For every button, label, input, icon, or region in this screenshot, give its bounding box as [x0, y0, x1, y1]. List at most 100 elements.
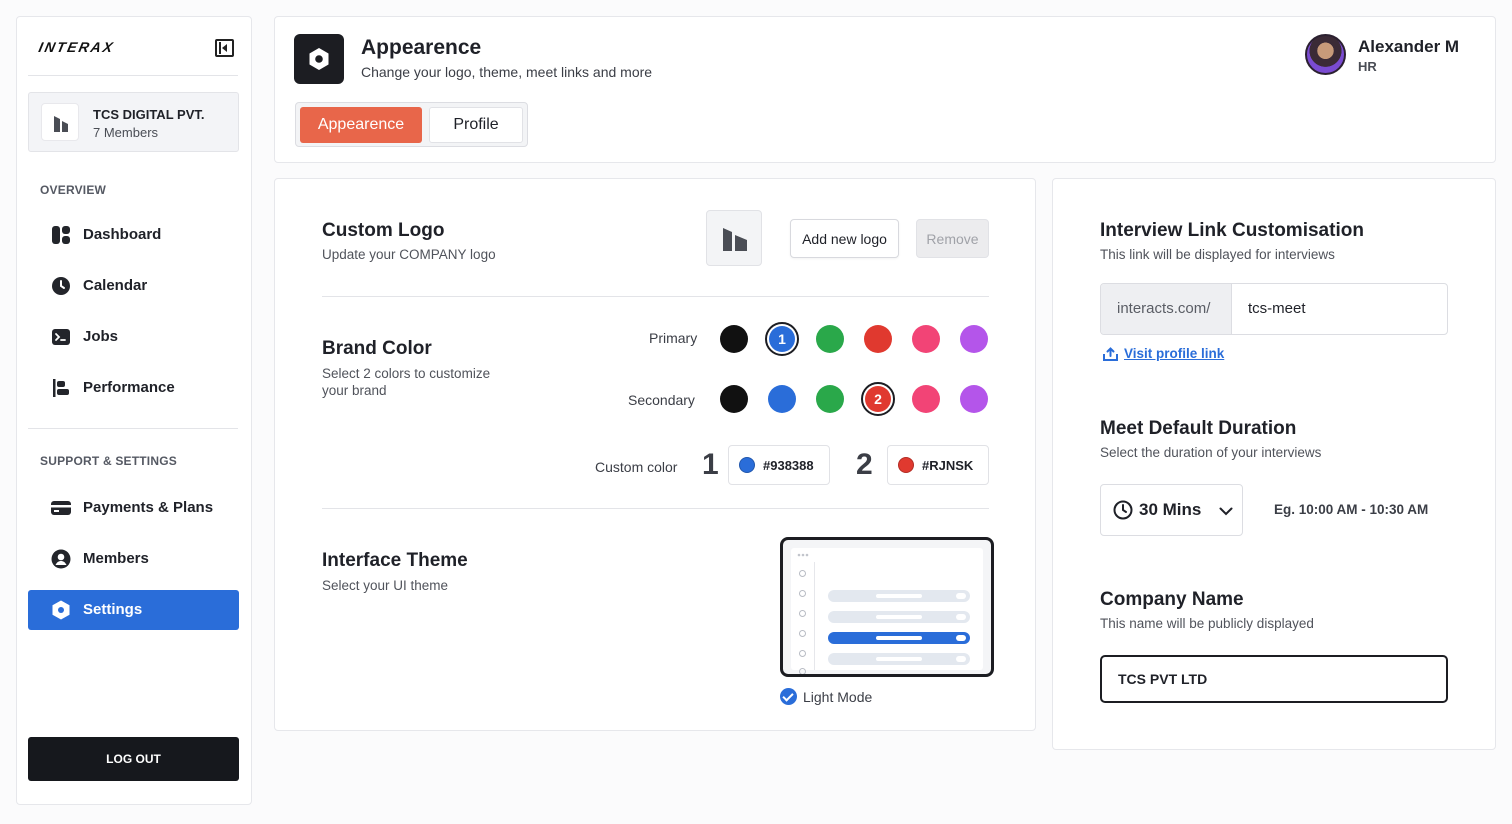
color-swatch-icon [739, 457, 755, 473]
sidebar-item-label: Dashboard [83, 226, 162, 243]
duration-dropdown[interactable]: 30 Mins [1100, 484, 1243, 536]
sidebar-item-members[interactable]: Members [28, 539, 239, 579]
custom-color-2-hex: #RJNSK [922, 458, 974, 473]
secondary-swatch-black[interactable] [720, 385, 748, 413]
brand-logo: INTERAX [37, 39, 117, 55]
sidebar-item-label: Jobs [83, 328, 119, 345]
share-icon [1103, 347, 1118, 361]
divider [322, 508, 989, 509]
brand-color-subtitle: Select 2 colors to customize your brand [322, 366, 491, 398]
collapse-sidebar-icon[interactable] [215, 39, 234, 57]
sidebar-item-label: Payments & Plans [83, 499, 214, 516]
interface-theme-title: Interface Theme [322, 550, 468, 571]
company-name: TCS DIGITAL PVT. [93, 107, 205, 122]
theme-preview-row [828, 653, 970, 665]
light-theme-preview[interactable] [780, 537, 994, 677]
hexagon-icon [52, 600, 70, 620]
interview-link-prefix: interacts.com/ [1101, 284, 1232, 334]
sidebar-item-payments[interactable]: Payments & Plans [28, 488, 239, 528]
check-icon[interactable] [780, 688, 797, 705]
color-swatch-icon [898, 457, 914, 473]
primary-swatch-red[interactable] [864, 325, 892, 353]
remove-logo-button[interactable]: Remove [916, 219, 989, 258]
primary-swatch-blue[interactable]: 1 [765, 322, 799, 356]
interview-link-input[interactable]: tcs-meet [1248, 284, 1306, 334]
terminal-icon [52, 329, 70, 345]
clock-icon [1113, 500, 1133, 520]
duration-example: Eg. 10:00 AM - 10:30 AM [1274, 502, 1429, 517]
appearance-settings-card: Custom Logo Update your COMPANY logo Add… [274, 178, 1036, 731]
sidebar-item-label: Settings [83, 601, 143, 618]
custom-color-2-field[interactable]: #RJNSK [887, 445, 989, 485]
tab-appearence[interactable]: Appearence [300, 107, 422, 143]
sidebar-header: INTERAX [17, 17, 251, 75]
interview-link-field[interactable]: interacts.com/ tcs-meet [1100, 283, 1448, 335]
light-mode-label: Light Mode [803, 689, 873, 705]
chevron-down-icon [1219, 507, 1233, 516]
company-name-title: Company Name [1100, 589, 1244, 610]
secondary-swatch-blue[interactable] [768, 385, 796, 413]
rail-icon [799, 630, 806, 637]
rail-icon [799, 650, 806, 657]
divider [322, 296, 989, 297]
sidebar-item-label: Members [83, 550, 149, 567]
primary-swatch-green[interactable] [816, 325, 844, 353]
overview-label: OVERVIEW [40, 183, 107, 197]
custom-logo-title: Custom Logo [322, 220, 445, 241]
custom-color-2-number: 2 [856, 448, 873, 481]
support-settings-label: SUPPORT & SETTINGS [40, 454, 177, 468]
meeting-settings-card: Interview Link Customisation This link w… [1052, 178, 1496, 750]
sidebar-item-calendar[interactable]: Calendar [28, 266, 239, 306]
tab-profile[interactable]: Profile [429, 107, 523, 143]
company-name-input[interactable] [1100, 655, 1448, 703]
primary-swatch-black[interactable] [720, 325, 748, 353]
building-icon [723, 228, 747, 251]
sidebar-item-settings[interactable]: Settings [28, 590, 239, 630]
brand-color-title: Brand Color [322, 338, 432, 359]
page-title: Appearence [361, 36, 482, 59]
secondary-swatch-red[interactable]: 2 [861, 382, 895, 416]
clock-icon [52, 277, 70, 295]
tab-bar: Appearence Profile [295, 102, 528, 147]
user-role: HR [1358, 59, 1377, 74]
dashboard-icon [52, 226, 70, 244]
sidebar-item-performance[interactable]: Performance [28, 368, 239, 408]
theme-preview-row-active [828, 632, 970, 644]
theme-preview-row [828, 590, 970, 602]
custom-logo-subtitle: Update your COMPANY logo [322, 247, 496, 262]
company-name-subtitle: This name will be publicly displayed [1100, 616, 1314, 631]
primary-selected-marker: 1 [778, 331, 786, 347]
secondary-swatch-green[interactable] [816, 385, 844, 413]
add-new-logo-button[interactable]: Add new logo [790, 219, 899, 258]
meet-duration-title: Meet Default Duration [1100, 418, 1297, 439]
page-header: Appearence Change your logo, theme, meet… [274, 16, 1496, 163]
visit-profile-link[interactable]: Visit profile link [1124, 346, 1224, 361]
primary-swatch-pink[interactable] [912, 325, 940, 353]
duration-value: 30 Mins [1139, 500, 1202, 519]
sidebar-item-label: Performance [83, 379, 175, 396]
theme-preview-window [791, 548, 983, 674]
custom-color-label: Custom color [595, 459, 678, 475]
logout-button[interactable]: LOG OUT [28, 737, 239, 781]
divider [28, 428, 238, 429]
secondary-swatch-pink[interactable] [912, 385, 940, 413]
custom-color-1-number: 1 [702, 448, 719, 481]
avatar[interactable] [1305, 34, 1346, 75]
sidebar-item-jobs[interactable]: Jobs [28, 317, 239, 357]
sidebar-item-dashboard[interactable]: Dashboard [28, 215, 239, 255]
interface-theme-subtitle: Select your UI theme [322, 578, 449, 593]
interview-link-title: Interview Link Customisation [1100, 220, 1364, 241]
secondary-selected-marker: 2 [874, 391, 882, 407]
primary-swatch-purple[interactable] [960, 325, 988, 353]
custom-color-1-field[interactable]: #938388 [728, 445, 830, 485]
meet-duration-subtitle: Select the duration of your interviews [1100, 445, 1322, 460]
rail-icon [799, 570, 806, 577]
settings-hexagon-icon [294, 34, 344, 84]
company-switcher[interactable]: TCS DIGITAL PVT. 7 Members [28, 92, 239, 152]
custom-color-1-hex: #938388 [763, 458, 814, 473]
performance-icon [53, 379, 69, 397]
sidebar-item-label: Calendar [83, 277, 148, 294]
card-icon [51, 501, 71, 515]
company-members: 7 Members [93, 125, 159, 140]
secondary-swatch-purple[interactable] [960, 385, 988, 413]
